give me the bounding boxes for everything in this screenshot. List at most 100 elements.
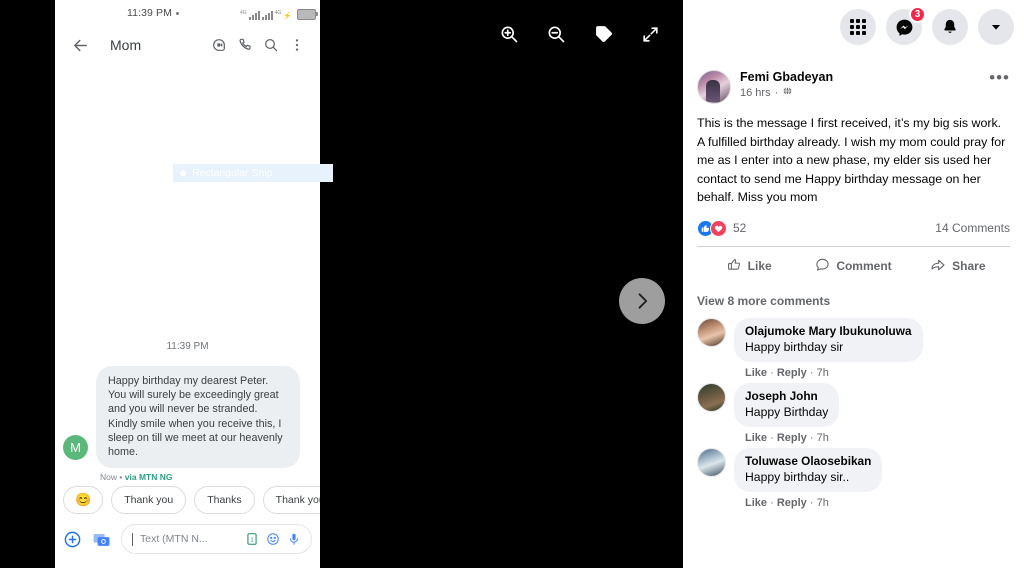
facebook-top-navigation: 3: [683, 0, 1024, 54]
tag-icon[interactable]: [589, 19, 619, 49]
view-more-comments-link[interactable]: View 8 more comments: [683, 286, 1024, 314]
reaction-icons[interactable]: [697, 219, 727, 237]
post-metadata: 16 hrs ·: [740, 86, 989, 100]
message-bubble: Happy birthday my dearest Peter. You wil…: [96, 366, 300, 469]
messenger-icon[interactable]: 3: [886, 6, 926, 45]
menu-grid-icon[interactable]: [840, 9, 876, 45]
message-input-placeholder: Text (MTN N...: [140, 533, 208, 546]
conversation-thread: 11:39 PM M Happy birthday my dearest Pet…: [55, 64, 320, 555]
battery-icon: [297, 9, 318, 20]
back-arrow-icon[interactable]: [67, 32, 93, 58]
post-options-icon[interactable]: •••: [989, 69, 1010, 86]
overflow-menu-icon[interactable]: [284, 32, 310, 58]
smart-reply-chip-emoji[interactable]: 😊: [63, 486, 104, 515]
phone-screenshot-image: 11:39 PM 4G 4G ⚡ Mom 11:39 PM M Happy bi…: [55, 0, 320, 568]
post-body-text: This is the message I first received, it…: [697, 116, 1006, 204]
message-meta: Now • via MTN NG: [96, 468, 300, 482]
notifications-bell-icon[interactable]: [932, 9, 968, 45]
smart-reply-chips: 😊 Thank you Thanks Thank you so m: [55, 482, 320, 518]
image-picker-icon[interactable]: [92, 530, 111, 549]
message-timestamp-divider: 11:39 PM: [166, 341, 209, 352]
like-button[interactable]: Like: [697, 252, 801, 281]
message-row: M Happy birthday my dearest Peter. You w…: [55, 352, 320, 482]
comment-actions: Like · Reply · 7h: [734, 362, 923, 379]
rectangular-snip-overlay[interactable]: Rectangular Snip: [173, 164, 333, 182]
next-photo-button[interactable]: [619, 278, 665, 324]
comment-reply-link[interactable]: Reply: [777, 497, 807, 509]
share-arrow-icon: [930, 257, 946, 276]
commenter-avatar[interactable]: [697, 382, 726, 412]
account-dropdown-icon[interactable]: [978, 9, 1014, 45]
like-button-label: Like: [747, 259, 772, 273]
status-dot-indicator: [176, 11, 179, 15]
message-input-bar: Text (MTN N... 1: [55, 518, 320, 555]
status-indicators: 4G 4G ⚡: [239, 6, 318, 20]
comment-bubble: Toluwase Olaosebikan Happy birthday sir.…: [734, 447, 883, 492]
commenter-avatar[interactable]: [697, 447, 726, 477]
poster-name[interactable]: Femi Gbadeyan: [740, 70, 989, 85]
network-type-label-1: 4G: [239, 10, 247, 16]
post-engagement-summary: 52 14 Comments: [683, 207, 1024, 246]
comment-action-separator-2: ·: [809, 431, 814, 444]
comment-count[interactable]: 14 Comments: [935, 221, 1010, 235]
zoom-out-icon[interactable]: [541, 19, 571, 49]
comment-action-separator-2: ·: [809, 366, 814, 379]
post-time: 16 hrs: [740, 87, 771, 99]
add-plus-icon[interactable]: [63, 530, 82, 549]
comment-reply-link[interactable]: Reply: [777, 367, 807, 379]
comment-time: 7h: [816, 366, 829, 379]
signal-strength-icon-2: [261, 10, 273, 20]
network-type-label-2: 4G: [274, 10, 282, 16]
snip-bullet-icon: [180, 170, 186, 176]
reaction-count[interactable]: 52: [733, 221, 935, 235]
comment-item: Toluwase Olaosebikan Happy birthday sir.…: [683, 444, 1024, 509]
smart-reply-chip-thank-you[interactable]: Thank you: [111, 486, 187, 515]
emoji-icon[interactable]: [266, 532, 280, 546]
comment-item: Olajumoke Mary Ibukunoluwa Happy birthda…: [683, 314, 1024, 379]
viewer-toolbar: [480, 12, 680, 56]
phone-call-icon[interactable]: [232, 32, 258, 58]
poster-avatar[interactable]: [697, 70, 731, 104]
smart-reply-chip-thanks[interactable]: Thanks: [194, 486, 255, 515]
share-button[interactable]: Share: [906, 252, 1010, 281]
comment-action-separator-2: ·: [809, 496, 814, 509]
meta-separator: •: [119, 472, 123, 483]
commenter-avatar[interactable]: [697, 317, 726, 347]
comment-text: Happy Birthday: [745, 404, 829, 419]
message-sent-time: Now: [100, 472, 118, 483]
sim-select-icon[interactable]: 1: [245, 532, 259, 546]
video-call-icon[interactable]: [206, 32, 232, 58]
comment-action-separator-1: ·: [770, 366, 774, 379]
commenter-name[interactable]: Toluwase Olaosebikan: [745, 454, 871, 469]
smart-reply-chip-thank-you-so-much[interactable]: Thank you so m: [262, 486, 320, 515]
zoom-in-icon[interactable]: [494, 19, 524, 49]
message-text-input[interactable]: Text (MTN N... 1: [121, 524, 312, 555]
chat-contact-name: Mom: [110, 37, 142, 53]
comment-like-link[interactable]: Like: [745, 432, 767, 444]
chat-header: Mom: [55, 26, 320, 64]
messenger-unread-badge: 3: [909, 6, 926, 23]
commenter-name[interactable]: Olajumoke Mary Ibukunoluwa: [745, 324, 912, 339]
message-carrier-name: MTN NG: [138, 472, 173, 483]
comment-bubble: Olajumoke Mary Ibukunoluwa Happy birthda…: [734, 317, 923, 362]
comment-item: Joseph John Happy Birthday Like · Reply …: [683, 379, 1024, 444]
post-header: Femi Gbadeyan 16 hrs · •••: [683, 54, 1024, 104]
comment-action-separator-1: ·: [770, 431, 774, 444]
photo-lightbox: 11:39 PM 4G 4G ⚡ Mom 11:39 PM M Happy bi…: [0, 0, 683, 568]
share-button-label: Share: [952, 259, 986, 273]
fullscreen-icon[interactable]: [636, 19, 666, 49]
post-meta-separator: ·: [774, 87, 779, 99]
commenter-name[interactable]: Joseph John: [745, 389, 828, 404]
comment-actions: Like · Reply · 7h: [734, 492, 882, 509]
comment-reply-link[interactable]: Reply: [777, 432, 807, 444]
microphone-icon[interactable]: [287, 532, 301, 546]
comment-like-link[interactable]: Like: [745, 367, 767, 379]
comment-text: Happy birthday sir..: [745, 469, 850, 484]
svg-text:1: 1: [250, 538, 253, 544]
phone-status-bar: 11:39 PM 4G 4G ⚡: [55, 0, 320, 26]
comment-like-link[interactable]: Like: [745, 497, 767, 509]
search-icon[interactable]: [258, 32, 284, 58]
snip-overlay-label: Rectangular Snip: [192, 167, 273, 179]
comment-button[interactable]: Comment: [801, 252, 905, 281]
charging-bolt-icon: ⚡: [283, 13, 292, 20]
